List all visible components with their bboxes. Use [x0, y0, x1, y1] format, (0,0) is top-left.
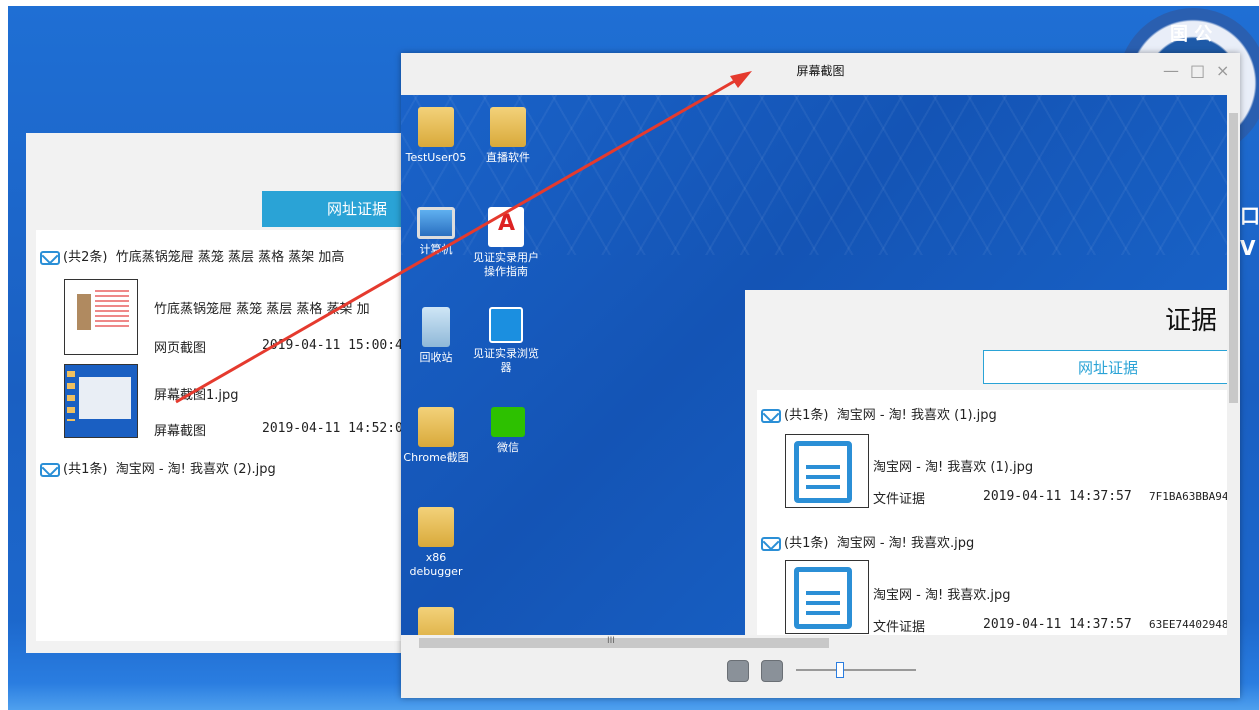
wechat-icon	[491, 407, 525, 437]
panel-url-button: 网址证据	[983, 350, 1227, 384]
item-time: 2019-04-11 14:52:04	[262, 421, 411, 436]
screenshot-thumbnail[interactable]	[64, 364, 138, 438]
url-evidence-button[interactable]: 网址证据	[262, 191, 412, 227]
evidence-panel: 证据 网址证据 (共1条) 淘宝网 - 淘! 我喜欢 (1).jpg 淘宝网 -…	[745, 290, 1227, 635]
desktop-icon-recycle: 回收站	[401, 307, 471, 365]
desktop-icon-guide: 见证实录用户操作指南	[473, 207, 539, 279]
window-title: 屏幕截图	[796, 64, 845, 78]
desktop-icon-wechat: 微信	[473, 407, 543, 455]
maximize-button[interactable]: □	[1190, 61, 1205, 80]
panel-item-hash: 7F1BA63BBA948	[1149, 490, 1227, 503]
zoom-slider[interactable]	[796, 669, 916, 671]
item-type: 屏幕截图	[154, 424, 207, 439]
close-button[interactable]: ×	[1216, 61, 1229, 80]
zoom-slider-knob[interactable]	[836, 662, 844, 678]
side-char-2: V	[1240, 236, 1256, 260]
scroll-thumb[interactable]	[1229, 113, 1238, 403]
desktop-icon-computer: 计算机	[401, 207, 471, 257]
panel-item-time: 2019-04-11 14:37:57	[983, 617, 1132, 632]
item-title: 屏幕截图1.jpg	[154, 388, 239, 403]
panel-list: (共1条) 淘宝网 - 淘! 我喜欢 (1).jpg 淘宝网 - 淘! 我喜欢 …	[757, 390, 1227, 635]
desktop-icon-live: 直播软件	[473, 107, 543, 165]
panel-item-type: 文件证据	[873, 620, 926, 635]
desktop-icon-browser: 见证实录浏览器	[473, 307, 539, 375]
panel-item-hash: 63EE74402948E	[1149, 618, 1227, 631]
mail-icon	[40, 250, 60, 265]
mail-icon	[761, 408, 781, 423]
scroll-thumb[interactable]	[419, 638, 829, 648]
seal-text: 国 公	[1170, 24, 1213, 45]
group-header-2[interactable]: (共1条) 淘宝网 - 淘! 我喜欢 (2).jpg	[40, 458, 276, 477]
desktop-icon-testuser: TestUser05	[401, 107, 471, 165]
vertical-scrollbar[interactable]	[1227, 95, 1240, 635]
folder-user-icon	[418, 107, 454, 147]
group-title: 淘宝网 - 淘! 我喜欢 (2).jpg	[115, 462, 276, 477]
computer-icon	[417, 207, 455, 239]
panel-item-time: 2019-04-11 14:37:57	[983, 489, 1132, 504]
item-title: 竹底蒸锅笼屉 蒸笼 蒸层 蒸格 蒸架 加	[154, 302, 370, 317]
side-char-1: 口	[1240, 204, 1259, 228]
document-icon	[785, 434, 869, 508]
folder-icon	[418, 607, 454, 635]
panel-item-title: 淘宝网 - 淘! 我喜欢 (1).jpg	[873, 460, 1034, 475]
folder-icon	[490, 107, 526, 147]
item-time: 2019-04-11 15:00:46	[262, 338, 411, 353]
horizontal-scrollbar[interactable]: III	[401, 635, 1227, 651]
mail-icon	[40, 462, 60, 477]
panel-group-2: (共1条) 淘宝网 - 淘! 我喜欢.jpg	[761, 532, 974, 551]
webpage-thumbnail[interactable]	[64, 279, 138, 355]
desktop-icon-chrome: Chrome截图	[401, 407, 471, 465]
group-header-1[interactable]: (共2条) 竹底蒸锅笼屉 蒸笼 蒸层 蒸格 蒸架 加高	[40, 246, 344, 265]
scroll-grip: III	[607, 636, 615, 646]
browser-icon	[489, 307, 523, 343]
group-count: (共2条)	[63, 250, 108, 265]
panel-title: 证据	[1165, 306, 1218, 336]
folder-icon	[418, 407, 454, 447]
folder-icon	[418, 507, 454, 547]
screenshot-image: TestUser05 直播软件 计算机 见证实录用户操作指南 回收站 见证实录浏…	[401, 95, 1227, 635]
minimize-button[interactable]: —	[1163, 61, 1179, 80]
group-title: 竹底蒸锅笼屉 蒸笼 蒸层 蒸格 蒸架 加高	[115, 250, 345, 265]
recycle-bin-icon	[422, 307, 450, 347]
panel-item-title: 淘宝网 - 淘! 我喜欢.jpg	[873, 588, 1011, 603]
panel-group-1: (共1条) 淘宝网 - 淘! 我喜欢 (1).jpg	[761, 404, 997, 423]
pdf-icon	[488, 207, 524, 247]
group-count: (共1条)	[63, 462, 108, 477]
zoom-in-icon[interactable]	[727, 660, 749, 682]
item-type: 网页截图	[154, 341, 207, 356]
panel-item-type: 文件证据	[873, 492, 926, 507]
desktop-icon-debugger: x86 debugger	[401, 507, 471, 579]
screenshot-viewer-window: 屏幕截图 — □ × TestUser05 直播软件 计算机 见证实录用户操作指…	[401, 53, 1240, 698]
document-icon	[785, 560, 869, 634]
desktop-icon-folder	[401, 607, 471, 635]
fit-screen-icon[interactable]	[761, 660, 783, 682]
mail-icon	[761, 536, 781, 551]
